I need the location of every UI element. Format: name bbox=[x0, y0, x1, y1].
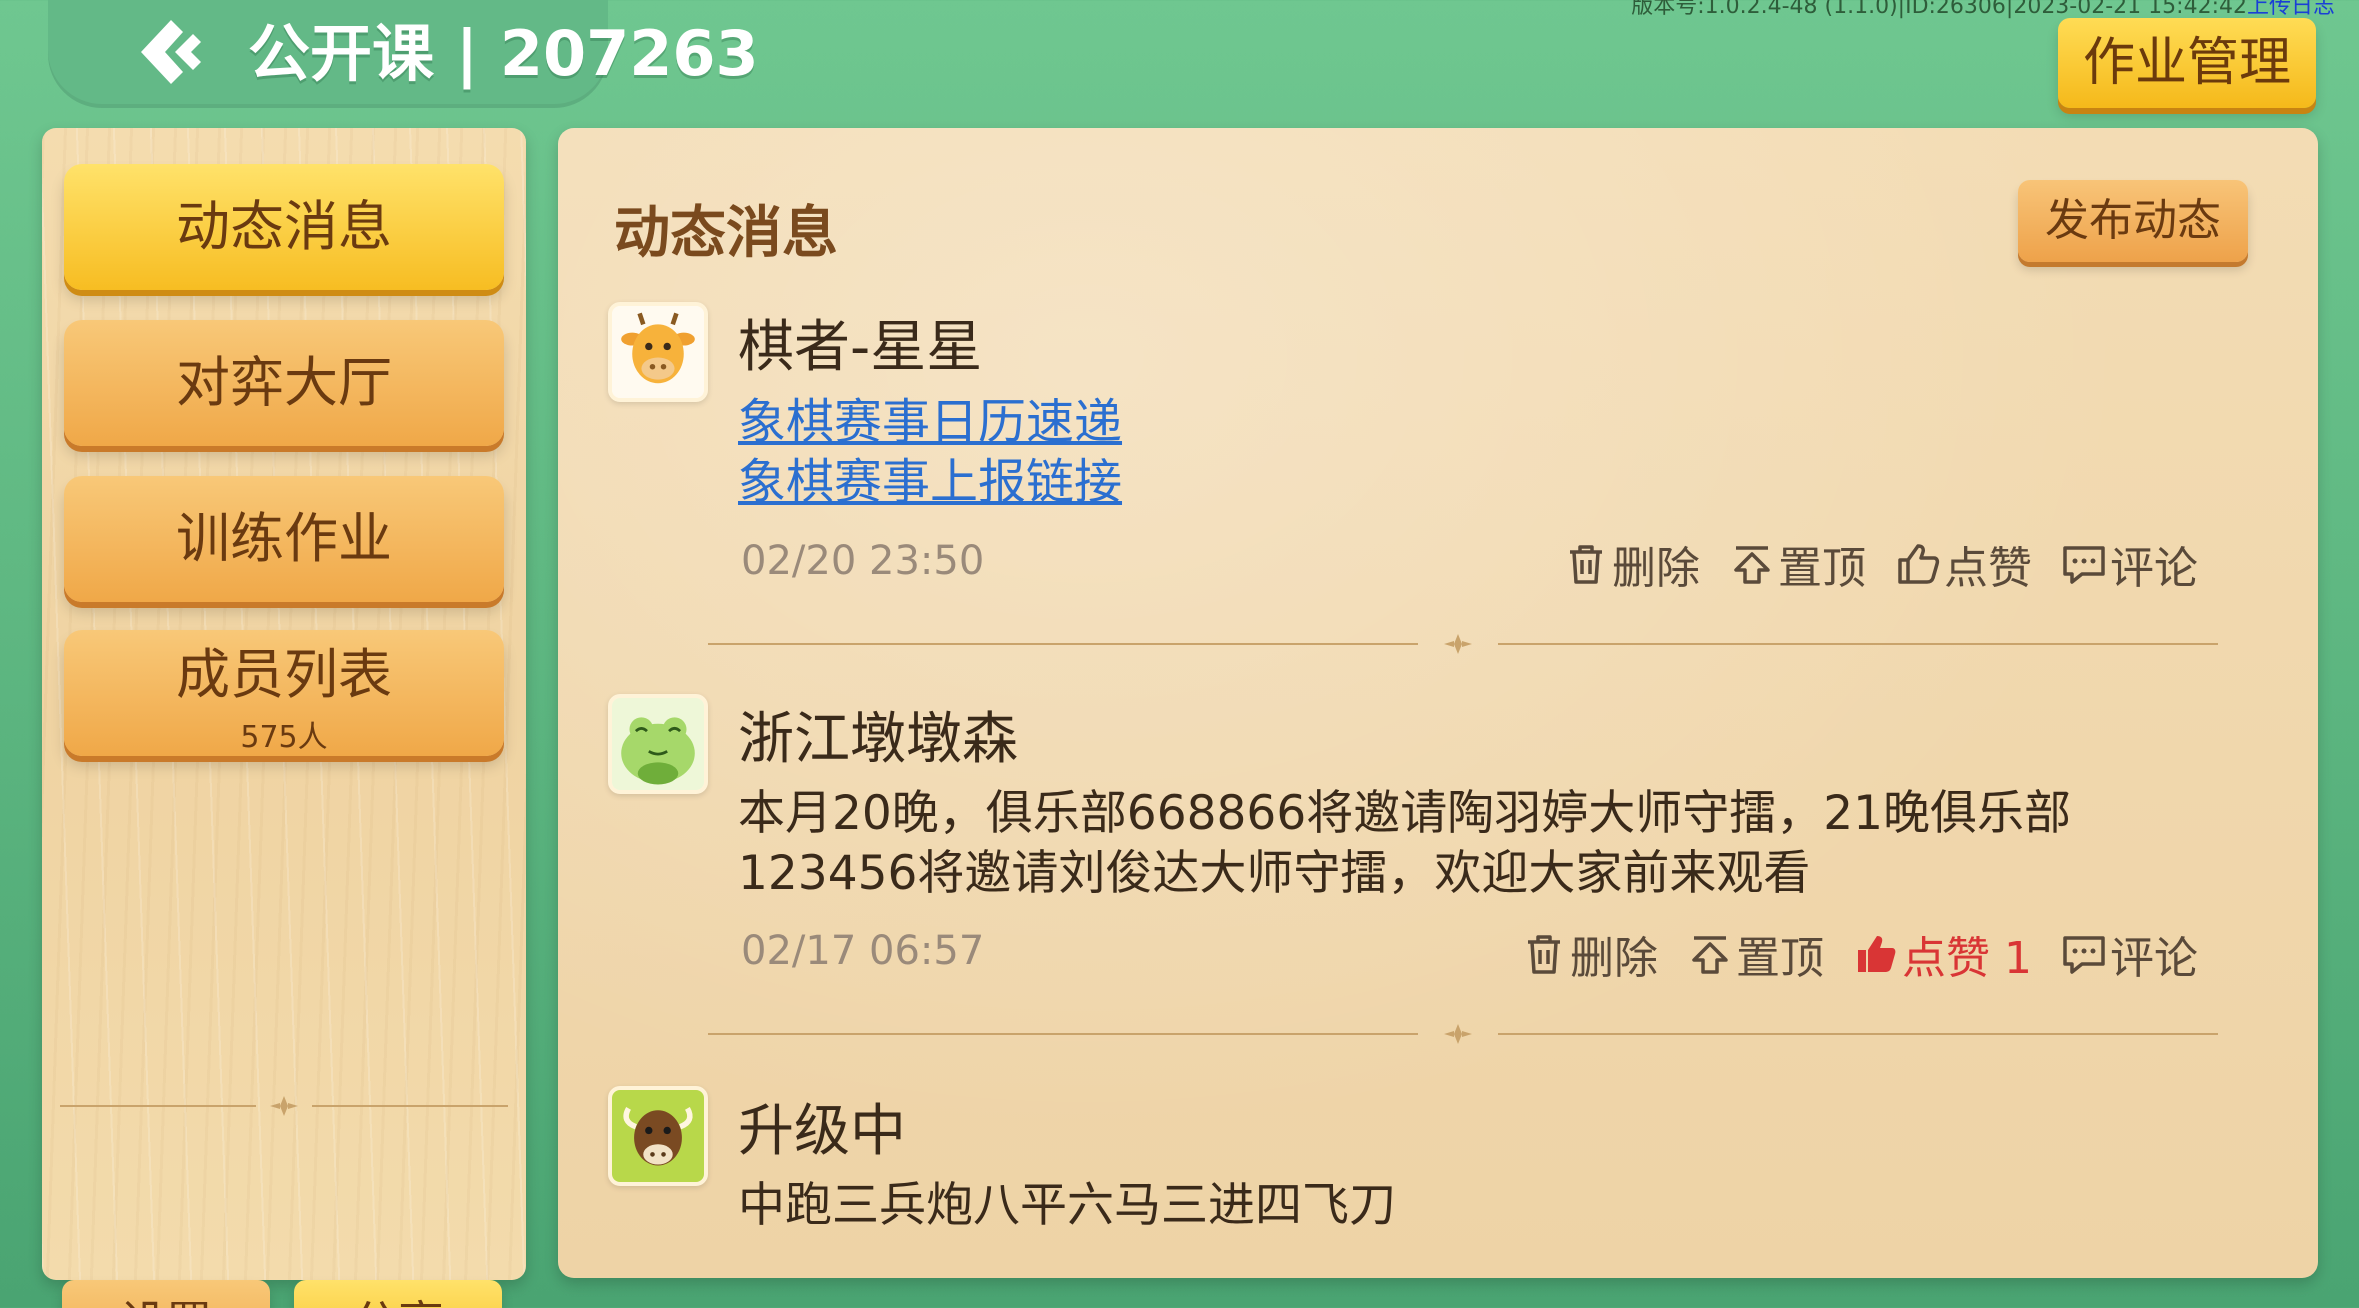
like-label: 点赞 bbox=[1944, 543, 2032, 594]
like-label: 点赞 1 bbox=[1902, 933, 2032, 984]
comment-button[interactable]: 评论 bbox=[2060, 922, 2198, 986]
news-panel: 动态消息 发布动态 棋者-星星 象棋赛事日历速递 象棋赛事上报链接 02/20 … bbox=[558, 128, 2318, 1278]
post-text: 本月20晚，俱乐部668866将邀请陶羽婷大师守擂，21晚俱乐部123456将邀… bbox=[738, 786, 2072, 901]
comment-icon bbox=[2063, 546, 2105, 584]
post-divider bbox=[708, 632, 2218, 656]
post-author: 棋者-星星 bbox=[738, 315, 983, 380]
delete-label: 删除 bbox=[1570, 933, 1659, 984]
like-button[interactable]: 点赞 bbox=[1894, 532, 2032, 596]
sidebar-item-label: 成员列表 bbox=[176, 643, 392, 706]
comment-label: 评论 bbox=[2110, 543, 2198, 594]
post-link[interactable]: 象棋赛事上报链接 bbox=[738, 452, 2158, 512]
comment-button[interactable]: 评论 bbox=[2060, 532, 2198, 596]
sidebar-item-label: 训练作业 bbox=[176, 507, 392, 570]
like-button[interactable]: 点赞 1 bbox=[1852, 922, 2032, 986]
sidebar-item-members[interactable]: 成员列表 575人 bbox=[64, 630, 504, 756]
sidebar: 动态消息 对弈大厅 训练作业 成员列表 575人 设置 分享 bbox=[42, 128, 526, 1308]
post-author: 升级中 bbox=[738, 1099, 906, 1164]
post-divider bbox=[708, 1022, 2218, 1046]
post-item: 升级中 中跑三兵炮八平六马三进四飞刀 bbox=[608, 1086, 2268, 1278]
post-actions: 删除 置顶 点赞 1 评论 bbox=[1520, 922, 2198, 986]
pin-top-icon bbox=[1734, 546, 1770, 584]
post-actions: 删除 置顶 点赞 评论 bbox=[1562, 532, 2198, 596]
pin-button[interactable]: 置顶 bbox=[1728, 532, 1866, 596]
trash-icon bbox=[1570, 545, 1602, 584]
bull-icon bbox=[612, 1090, 704, 1182]
back-arrow-icon[interactable] bbox=[135, 12, 215, 92]
avatar[interactable] bbox=[608, 694, 708, 794]
sidebar-divider bbox=[60, 1094, 508, 1118]
version-text: 版本号:1.0.2.4-48 (1.1.0)|ID:26306|2023-02-… bbox=[1631, 0, 2247, 19]
settings-button[interactable]: 设置 bbox=[62, 1280, 270, 1308]
comment-label: 评论 bbox=[2110, 933, 2198, 984]
sidebar-item-news[interactable]: 动态消息 bbox=[64, 164, 504, 290]
section-title: 动态消息 bbox=[614, 201, 838, 266]
thumbs-up-icon bbox=[1898, 544, 1940, 584]
page-title: 公开课 | 207263 bbox=[248, 17, 759, 90]
pin-top-icon bbox=[1692, 936, 1728, 974]
delete-button[interactable]: 删除 bbox=[1562, 532, 1700, 596]
giraffe-icon bbox=[612, 306, 704, 398]
avatar[interactable] bbox=[608, 302, 708, 402]
ornament-icon bbox=[1444, 634, 1472, 654]
upload-log-link[interactable]: 上传日志 bbox=[2247, 0, 2335, 19]
sidebar-item-training[interactable]: 训练作业 bbox=[64, 476, 504, 602]
thumbs-up-filled-icon bbox=[1858, 936, 1896, 972]
post-time: 02/17 06:57 bbox=[741, 928, 985, 974]
post-author: 浙江墩墩森 bbox=[738, 707, 1018, 772]
share-button[interactable]: 分享 bbox=[294, 1280, 502, 1308]
post-body: 中跑三兵炮八平六马三进四飞刀 bbox=[738, 1176, 2158, 1236]
post-time: 02/20 23:50 bbox=[741, 538, 985, 584]
post-text: 中跑三兵炮八平六马三进四飞刀 bbox=[738, 1178, 1396, 1233]
member-count: 575人 bbox=[240, 720, 328, 755]
pin-label: 置顶 bbox=[1778, 543, 1866, 594]
ornament-icon bbox=[270, 1096, 298, 1116]
post-body: 象棋赛事日历速递 象棋赛事上报链接 bbox=[738, 392, 2158, 512]
sidebar-item-label: 对弈大厅 bbox=[176, 351, 392, 414]
post-link[interactable]: 象棋赛事日历速递 bbox=[738, 392, 2158, 452]
ornament-icon bbox=[1444, 1024, 1472, 1044]
frog-icon bbox=[612, 698, 704, 790]
pin-label: 置顶 bbox=[1736, 933, 1825, 984]
homework-management-button[interactable]: 作业管理 bbox=[2058, 18, 2316, 108]
delete-label: 删除 bbox=[1612, 543, 1700, 594]
publish-post-button[interactable]: 发布动态 bbox=[2018, 180, 2248, 262]
post-item: 棋者-星星 象棋赛事日历速递 象棋赛事上报链接 02/20 23:50 删除 置… bbox=[608, 302, 2268, 602]
sidebar-item-label: 动态消息 bbox=[176, 195, 392, 258]
version-info: 版本号:1.0.2.4-48 (1.1.0)|ID:26306|2023-02-… bbox=[1631, 0, 2335, 20]
trash-icon bbox=[1528, 935, 1561, 974]
delete-button[interactable]: 删除 bbox=[1520, 922, 1658, 986]
post-item: 浙江墩墩森 本月20晚，俱乐部668866将邀请陶羽婷大师守擂，21晚俱乐部12… bbox=[608, 694, 2268, 994]
comment-icon bbox=[2063, 936, 2105, 974]
post-body: 本月20晚，俱乐部668866将邀请陶羽婷大师守擂，21晚俱乐部123456将邀… bbox=[738, 784, 2158, 904]
avatar[interactable] bbox=[608, 1086, 708, 1186]
pin-button[interactable]: 置顶 bbox=[1686, 922, 1824, 986]
sidebar-item-game-hall[interactable]: 对弈大厅 bbox=[64, 320, 504, 446]
